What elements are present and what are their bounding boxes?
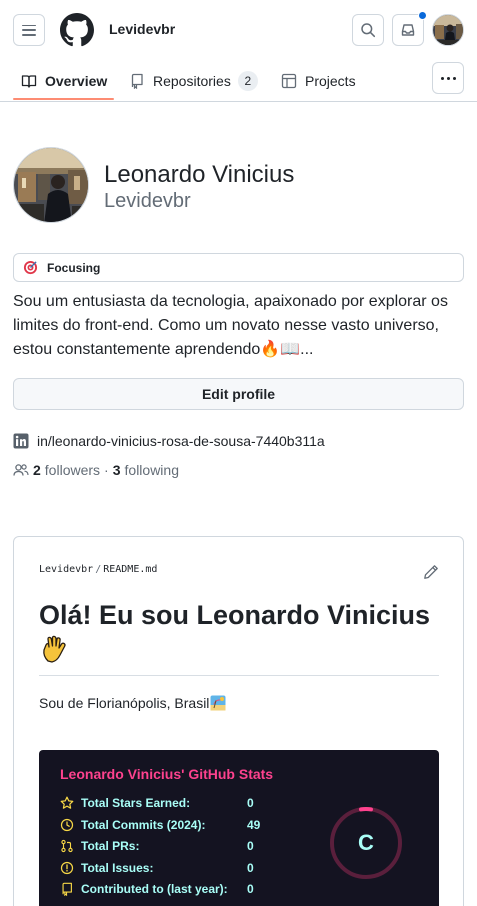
more-tabs-button[interactable] xyxy=(432,62,464,94)
follow-stats: 2 followers · 3 following xyxy=(13,462,179,478)
avatar xyxy=(14,148,88,222)
github-stats-card[interactable]: Leonardo Vinicius' GitHub Stats Total St… xyxy=(39,750,439,906)
following-count[interactable]: 3 xyxy=(113,462,121,478)
stat-label: Contributed to (last year): xyxy=(81,882,228,896)
status-text: Focusing xyxy=(47,260,101,275)
profile-tabs: Overview Repositories 2 Projects xyxy=(0,60,477,102)
pencil-icon[interactable] xyxy=(423,564,439,580)
profile-bio: Sou um entusiasta da tecnologia, apaixon… xyxy=(13,293,448,358)
top-header: Levidevbr xyxy=(0,0,477,60)
notification-dot xyxy=(418,11,427,20)
stat-label: Total Issues: xyxy=(81,861,154,875)
readme-path-separator: / xyxy=(95,564,102,575)
readme-paragraph-text: Sou de Florianópolis, Brasil xyxy=(39,695,210,711)
readme-heading-text: Olá! Eu sou Leonardo Vinicius xyxy=(39,600,431,630)
header-username[interactable]: Levidevbr xyxy=(109,21,175,37)
beach-icon xyxy=(210,695,226,711)
stat-value: 0 xyxy=(247,796,254,810)
followers-count[interactable]: 2 xyxy=(33,462,41,478)
linkedin-link[interactable]: in/leonardo-vinicius-rosa-de-sousa-7440b… xyxy=(13,433,325,449)
stat-label: Total Stars Earned: xyxy=(81,796,191,810)
edit-profile-button[interactable]: Edit profile xyxy=(13,378,464,410)
divider xyxy=(39,675,439,676)
tab-repositories-label: Repositories xyxy=(153,72,231,89)
linkedin-url[interactable]: in/leonardo-vinicius-rosa-de-sousa-7440b… xyxy=(37,433,325,449)
inbox-icon xyxy=(401,24,415,36)
stat-row-stars: Total Stars Earned: 0 xyxy=(60,796,254,810)
tab-projects[interactable]: Projects xyxy=(281,60,356,101)
readme-owner[interactable]: Levidevbr xyxy=(39,564,93,575)
following-label[interactable]: following xyxy=(125,462,179,478)
star-icon xyxy=(60,796,74,809)
stat-value: 0 xyxy=(247,861,254,875)
follow-separator: · xyxy=(104,462,109,478)
tab-overview-label: Overview xyxy=(45,72,108,89)
rank-letter: C xyxy=(358,830,374,855)
menu-button[interactable] xyxy=(13,14,45,46)
people-icon xyxy=(13,464,29,476)
table-icon xyxy=(281,73,297,88)
stat-row-prs: Total PRs: 0 xyxy=(60,839,254,853)
repo-icon xyxy=(131,73,143,89)
readme-file[interactable]: README.md xyxy=(103,564,157,575)
search-icon xyxy=(361,23,376,38)
stats-title: Leonardo Vinicius' GitHub Stats xyxy=(60,766,274,782)
readme-heading: Olá! Eu sou Leonardo Vinicius xyxy=(39,599,449,665)
stat-row-contributed: Contributed to (last year): 0 xyxy=(60,882,254,896)
dart-icon xyxy=(23,260,38,275)
book-icon xyxy=(21,74,37,88)
stat-label: Total Commits (2024): xyxy=(81,818,206,832)
search-button[interactable] xyxy=(352,14,384,46)
readme-path: Levidevbr / README.md xyxy=(39,564,157,575)
hamburger-icon xyxy=(22,24,36,36)
tab-repositories[interactable]: Repositories 2 xyxy=(129,60,258,101)
linkedin-icon xyxy=(13,433,29,449)
issue-icon xyxy=(60,861,74,875)
stat-row-issues: Total Issues: 0 xyxy=(60,861,254,875)
tab-overview[interactable]: Overview xyxy=(21,60,107,101)
profile-avatar[interactable] xyxy=(13,147,89,223)
profile-full-name: Leonardo Vinicius xyxy=(104,161,295,188)
stat-value: 0 xyxy=(247,839,254,853)
stat-label: Total PRs: xyxy=(81,839,140,853)
github-logo-icon[interactable] xyxy=(60,13,94,47)
stat-row-commits: Total Commits (2024): 49 xyxy=(60,818,260,832)
user-avatar-button[interactable] xyxy=(432,14,464,46)
status-badge[interactable]: Focusing xyxy=(13,253,464,282)
profile-login: Levidevbr xyxy=(104,190,191,212)
pull-request-icon xyxy=(61,839,73,853)
stat-value: 49 xyxy=(247,818,261,832)
readme-card: Levidevbr / README.md Olá! Eu sou Leonardo… xyxy=(13,536,464,906)
followers-label[interactable]: followers xyxy=(45,462,100,478)
active-tab-underline xyxy=(13,98,114,100)
repositories-count: 2 xyxy=(237,70,258,91)
repo-icon xyxy=(62,882,72,896)
readme-paragraph: Sou de Florianópolis, Brasil xyxy=(39,695,226,711)
avatar xyxy=(433,15,463,45)
waving-hand-icon xyxy=(43,635,66,663)
stat-value: 0 xyxy=(247,882,254,896)
inbox-button[interactable] xyxy=(392,11,427,46)
tab-projects-label: Projects xyxy=(305,72,356,89)
clock-icon xyxy=(60,818,74,832)
